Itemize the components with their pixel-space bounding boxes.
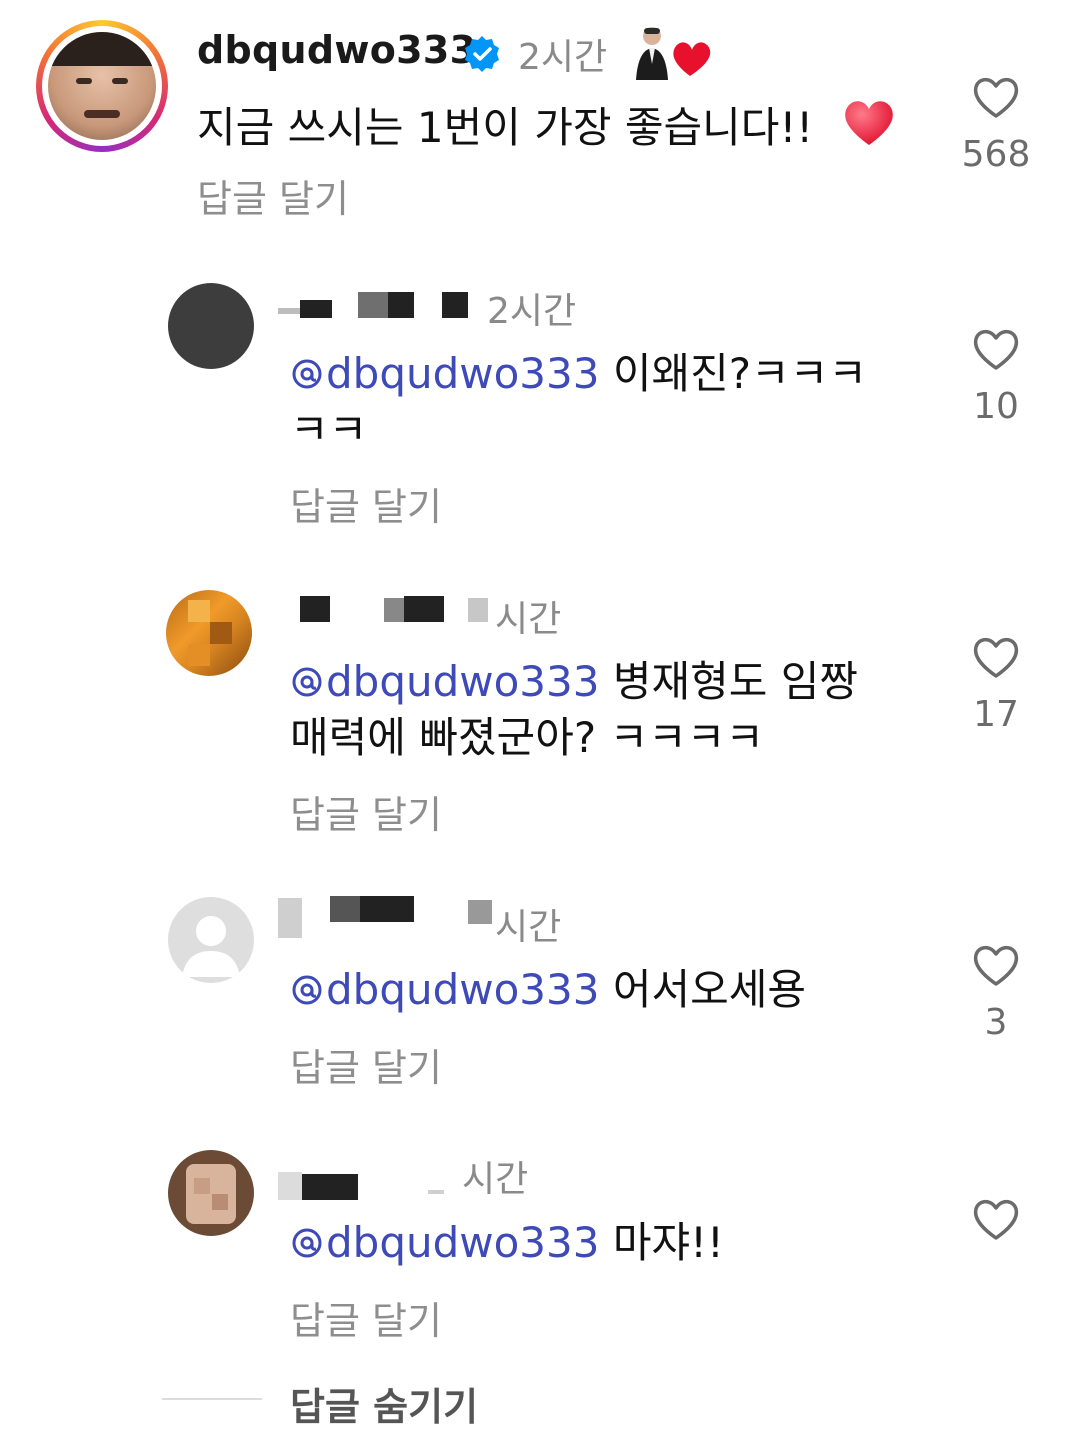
avatar[interactable]	[168, 283, 254, 369]
like-heart-icon[interactable]	[971, 1196, 1021, 1242]
hide-replies-divider	[162, 1398, 262, 1400]
avatar-default[interactable]	[168, 897, 254, 983]
reply-text: dbqudwo333 어서오세용	[290, 962, 910, 1018]
like-count: 3	[984, 1002, 1008, 1043]
reply-text: dbqudwo333 마쟈!!	[290, 1215, 910, 1271]
reply-button[interactable]: 답글 달기	[290, 476, 442, 531]
mention-link[interactable]: dbqudwo333	[290, 965, 599, 1014]
avatar[interactable]	[166, 590, 252, 676]
like-group: 3	[951, 942, 1041, 1043]
like-count: 10	[973, 386, 1019, 427]
like-heart-icon[interactable]	[971, 326, 1021, 372]
redacted-username	[300, 592, 500, 632]
redacted-username	[278, 894, 498, 940]
red-heart-emoji-icon	[845, 101, 893, 145]
redacted-username	[278, 1166, 458, 1206]
reply-text: dbqudwo333 이왜진?ㅋㅋㅋ ㅋㅋ	[290, 349, 867, 454]
like-heart-icon[interactable]	[971, 942, 1021, 988]
verified-badge-icon	[465, 36, 499, 72]
reply-time: 시간	[462, 1159, 529, 1200]
reply-button[interactable]: 답글 달기	[290, 1290, 442, 1345]
like-group	[951, 1196, 1041, 1256]
comment-time: 2시간	[518, 37, 608, 78]
comment-username[interactable]: dbqudwo333	[197, 28, 476, 72]
avatar	[48, 32, 156, 140]
reply-time: 시간	[495, 907, 562, 948]
comment-text: 지금 쓰시는 1번이 가장 좋습니다!!	[197, 103, 814, 152]
avatar[interactable]	[168, 1150, 254, 1236]
redacted-username	[278, 286, 478, 326]
mention-link[interactable]: dbqudwo333	[290, 349, 599, 398]
like-group: 10	[951, 326, 1041, 427]
like-count: 17	[973, 694, 1019, 735]
mention-link[interactable]: dbqudwo333	[290, 1218, 599, 1267]
threads-at-icon	[292, 667, 322, 697]
like-group: 568	[951, 74, 1041, 175]
like-group: 17	[951, 634, 1041, 735]
reply-time: 2시간	[487, 291, 577, 332]
threads-at-icon	[292, 975, 322, 1005]
threads-at-icon	[292, 359, 322, 389]
like-count: 568	[961, 134, 1031, 175]
reply-text: dbqudwo333 병재형도 임짱 매력에 빠졌군아? ㅋㅋㅋㅋ	[290, 657, 859, 762]
like-heart-icon[interactable]	[971, 74, 1021, 120]
creator-heart-sticker-icon	[636, 27, 711, 80]
mention-link[interactable]: dbqudwo333	[290, 657, 599, 706]
default-user-icon	[182, 916, 240, 977]
like-heart-icon[interactable]	[971, 634, 1021, 680]
hide-replies-button[interactable]: 답글 숨기기	[290, 1376, 478, 1431]
avatar-story-ring[interactable]	[36, 20, 168, 152]
threads-at-icon	[292, 1228, 322, 1258]
reply-button[interactable]: 답글 달기	[197, 168, 349, 223]
reply-button[interactable]: 답글 달기	[290, 1037, 442, 1092]
reply-time: 시간	[495, 599, 562, 640]
reply-button[interactable]: 답글 달기	[290, 784, 442, 839]
